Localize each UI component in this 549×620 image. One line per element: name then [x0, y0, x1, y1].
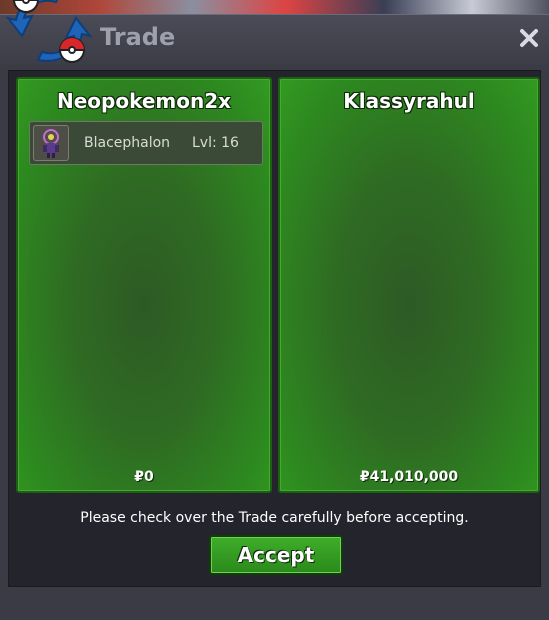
pokemon-name: Blacephalon [84, 135, 171, 151]
blacephalon-sprite-icon [33, 125, 69, 161]
trade-panel-left: Neopokemon2x Blacephalon Lvl: 16 ₽0 [16, 77, 272, 493]
window-title: Trade [100, 23, 176, 51]
right-money: ₽41,010,000 [280, 469, 538, 485]
trade-window: Trade Neopokemon2x Blacephalon Lvl: 16 ₽… [0, 14, 549, 620]
trade-notice: Please check over the Trade carefully be… [80, 510, 469, 526]
currency-symbol: ₽ [134, 469, 144, 485]
pokemon-level: Lvl: 16 [192, 135, 239, 151]
right-money-amount: 41,010,000 [369, 469, 459, 485]
trade-panel-right: Klassyrahul ₽41,010,000 [278, 77, 540, 493]
left-money-amount: 0 [144, 469, 154, 485]
trade-logo-icon [5, 0, 93, 63]
right-player-name: Klassyrahul [343, 89, 475, 113]
left-player-name: Neopokemon2x [56, 89, 232, 113]
left-money: ₽0 [18, 469, 270, 485]
close-icon [520, 29, 538, 47]
accept-button[interactable]: Accept [209, 535, 343, 575]
trade-item-pokemon[interactable]: Blacephalon Lvl: 16 [29, 121, 263, 165]
currency-symbol: ₽ [359, 469, 370, 485]
close-button[interactable] [515, 24, 543, 52]
